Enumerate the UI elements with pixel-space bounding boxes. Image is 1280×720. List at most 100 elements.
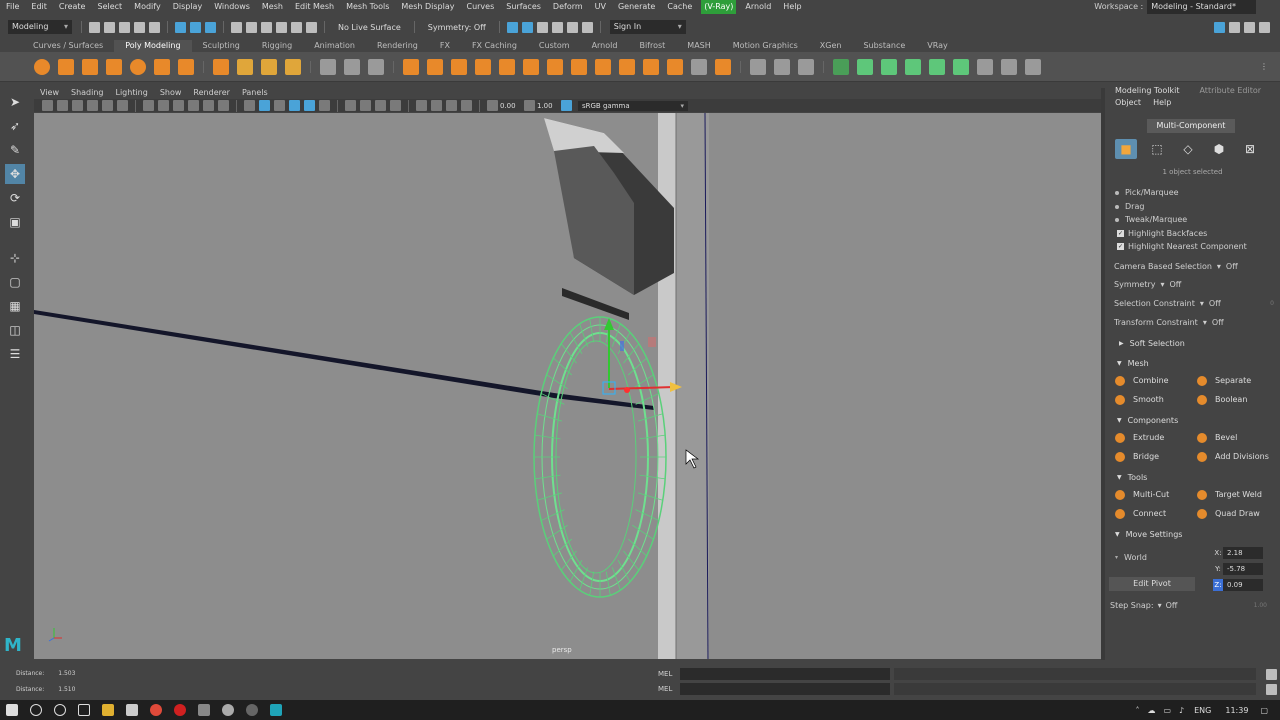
shelf-tab-rigging[interactable]: Rigging: [251, 40, 303, 52]
soft-selection-header[interactable]: ▶ Soft Selection: [1119, 339, 1185, 348]
safe-action-icon[interactable]: [218, 100, 229, 111]
edge-mode-icon[interactable]: ◇: [1177, 139, 1199, 159]
show-manipulator-icon[interactable]: ⊹: [5, 248, 25, 268]
shelf-tab-curves-surfaces[interactable]: Curves / Surfaces: [22, 40, 114, 52]
menu-select[interactable]: Select: [91, 0, 128, 14]
chevron-down-icon[interactable]: ▾: [1158, 601, 1162, 610]
spherical-mapping-icon[interactable]: [881, 58, 897, 75]
menu-deform[interactable]: Deform: [547, 0, 589, 14]
drag-option[interactable]: Drag: [1115, 202, 1144, 211]
tweak-marquee-option[interactable]: Tweak/Marquee: [1115, 215, 1187, 224]
poly-cone-icon[interactable]: [106, 58, 122, 75]
menu-edit[interactable]: Edit: [25, 0, 53, 14]
default-material-icon[interactable]: [274, 100, 285, 111]
components-section-header[interactable]: ▼ Components: [1117, 416, 1178, 425]
snap-point-icon[interactable]: [261, 21, 272, 33]
poly-torus-icon[interactable]: [130, 58, 146, 75]
motion-blur-icon[interactable]: [375, 100, 386, 111]
chevron-down-icon[interactable]: ▾: [1203, 318, 1207, 327]
outliner-layout-icon[interactable]: ☰: [5, 344, 25, 364]
menu-edit-mesh[interactable]: Edit Mesh: [289, 0, 340, 14]
notifications-icon[interactable]: ▢: [1260, 706, 1268, 715]
unfold-uv-icon[interactable]: [1025, 58, 1041, 75]
drag-radio[interactable]: [1115, 204, 1119, 209]
use-all-lights-icon[interactable]: [319, 100, 330, 111]
open-scene-icon[interactable]: [104, 21, 115, 33]
tab-modeling-toolkit[interactable]: Modeling Toolkit: [1111, 86, 1183, 96]
exposure-value[interactable]: 0.00: [500, 102, 522, 110]
shelf-tab-poly-modeling[interactable]: Poly Modeling: [114, 40, 192, 52]
snap-view-plane-icon[interactable]: [276, 21, 287, 33]
merge-icon[interactable]: [619, 58, 635, 75]
select-tool-icon[interactable]: ➤: [5, 92, 25, 112]
multi-component-button[interactable]: Multi-Component: [1147, 119, 1235, 133]
volume-icon[interactable]: ♪: [1179, 706, 1184, 715]
menu-cache[interactable]: Cache: [661, 0, 698, 14]
attribute-editor-toggle-icon[interactable]: [1229, 21, 1240, 33]
mode-dropdown[interactable]: Modeling: [8, 20, 72, 34]
planar-mapping-icon[interactable]: [833, 58, 849, 75]
cylindrical-mapping-icon[interactable]: [857, 58, 873, 75]
menu-curves[interactable]: Curves: [460, 0, 500, 14]
menu-vray[interactable]: (V-Ray): [701, 0, 737, 14]
pick-marquee-radio[interactable]: [1115, 190, 1119, 195]
wedge-icon[interactable]: [571, 58, 587, 75]
z-axis-label[interactable]: Z:: [1213, 579, 1223, 591]
single-perspective-layout-icon[interactable]: ▢: [5, 272, 25, 292]
shelf-tab-substance[interactable]: Substance: [852, 40, 916, 52]
live-surface-label[interactable]: No Live Surface: [338, 23, 401, 32]
shelf-tab-animation[interactable]: Animation: [303, 40, 366, 52]
add-divisions-button[interactable]: Add Divisions: [1193, 448, 1275, 465]
two-d-pan-zoom-icon[interactable]: [102, 100, 113, 111]
menu-display[interactable]: Display: [167, 0, 209, 14]
selection-constraint-amount[interactable]: 0: [1270, 300, 1274, 307]
connect-button[interactable]: Connect: [1111, 505, 1193, 522]
camera-mapping-icon[interactable]: [929, 58, 945, 75]
pick-marquee-option[interactable]: Pick/Marquee: [1115, 188, 1179, 197]
insert-edge-loop-icon[interactable]: [774, 58, 790, 75]
clock[interactable]: 11:39: [1225, 706, 1248, 715]
task-view-icon[interactable]: [78, 704, 90, 716]
menu-help[interactable]: Help: [777, 0, 807, 14]
select-camera-icon[interactable]: [42, 100, 53, 111]
toolkit-menu-object[interactable]: Object: [1111, 98, 1145, 108]
render-icon[interactable]: [506, 21, 518, 33]
chevron-down-icon[interactable]: ▾: [1160, 280, 1164, 289]
poly-platonic-icon[interactable]: [213, 58, 229, 75]
select-object-icon[interactable]: [190, 21, 201, 33]
shelf-tab-motion-graphics[interactable]: Motion Graphics: [722, 40, 809, 52]
chrome-icon[interactable]: [150, 704, 162, 716]
snap-curve-icon[interactable]: [246, 21, 257, 33]
panel-menu-panels[interactable]: Panels: [236, 88, 274, 98]
shelf-tab-rendering[interactable]: Rendering: [366, 40, 429, 52]
anti-aliasing-icon[interactable]: [390, 100, 401, 111]
render-settings-icon[interactable]: [536, 21, 548, 33]
new-scene-icon[interactable]: [89, 21, 100, 33]
windows-start-icon[interactable]: [6, 704, 18, 716]
bookmarks-icon[interactable]: [72, 100, 83, 111]
shadows-icon[interactable]: [345, 100, 356, 111]
shelf-tab-fx[interactable]: FX: [429, 40, 461, 52]
search-icon[interactable]: [30, 704, 42, 716]
history-icon[interactable]: [306, 21, 317, 33]
vertex-mode-icon[interactable]: ⬚: [1146, 139, 1168, 159]
app-icon[interactable]: [246, 704, 258, 716]
svg-tool-icon[interactable]: [285, 58, 301, 75]
render-view-icon[interactable]: [566, 21, 578, 33]
object-mode-icon[interactable]: ■: [1115, 139, 1137, 159]
highlight-backfaces-checkbox[interactable]: ✓: [1117, 230, 1124, 237]
offset-edge-loop-icon[interactable]: [798, 58, 814, 75]
opera-icon[interactable]: [174, 704, 186, 716]
select-component-icon[interactable]: [205, 21, 216, 33]
pause-icon[interactable]: [581, 21, 593, 33]
xray-joints-icon[interactable]: [446, 100, 457, 111]
poly-cylinder-icon[interactable]: [82, 58, 98, 75]
extrude-button[interactable]: Extrude: [1111, 429, 1193, 446]
menu-modify[interactable]: Modify: [128, 0, 167, 14]
menu-generate[interactable]: Generate: [612, 0, 661, 14]
paint-select-tool-icon[interactable]: ✎: [5, 140, 25, 160]
circularize-icon[interactable]: [595, 58, 611, 75]
grid-icon[interactable]: [143, 100, 154, 111]
tweak-marquee-radio[interactable]: [1115, 217, 1119, 222]
menu-mesh-tools[interactable]: Mesh Tools: [340, 0, 395, 14]
